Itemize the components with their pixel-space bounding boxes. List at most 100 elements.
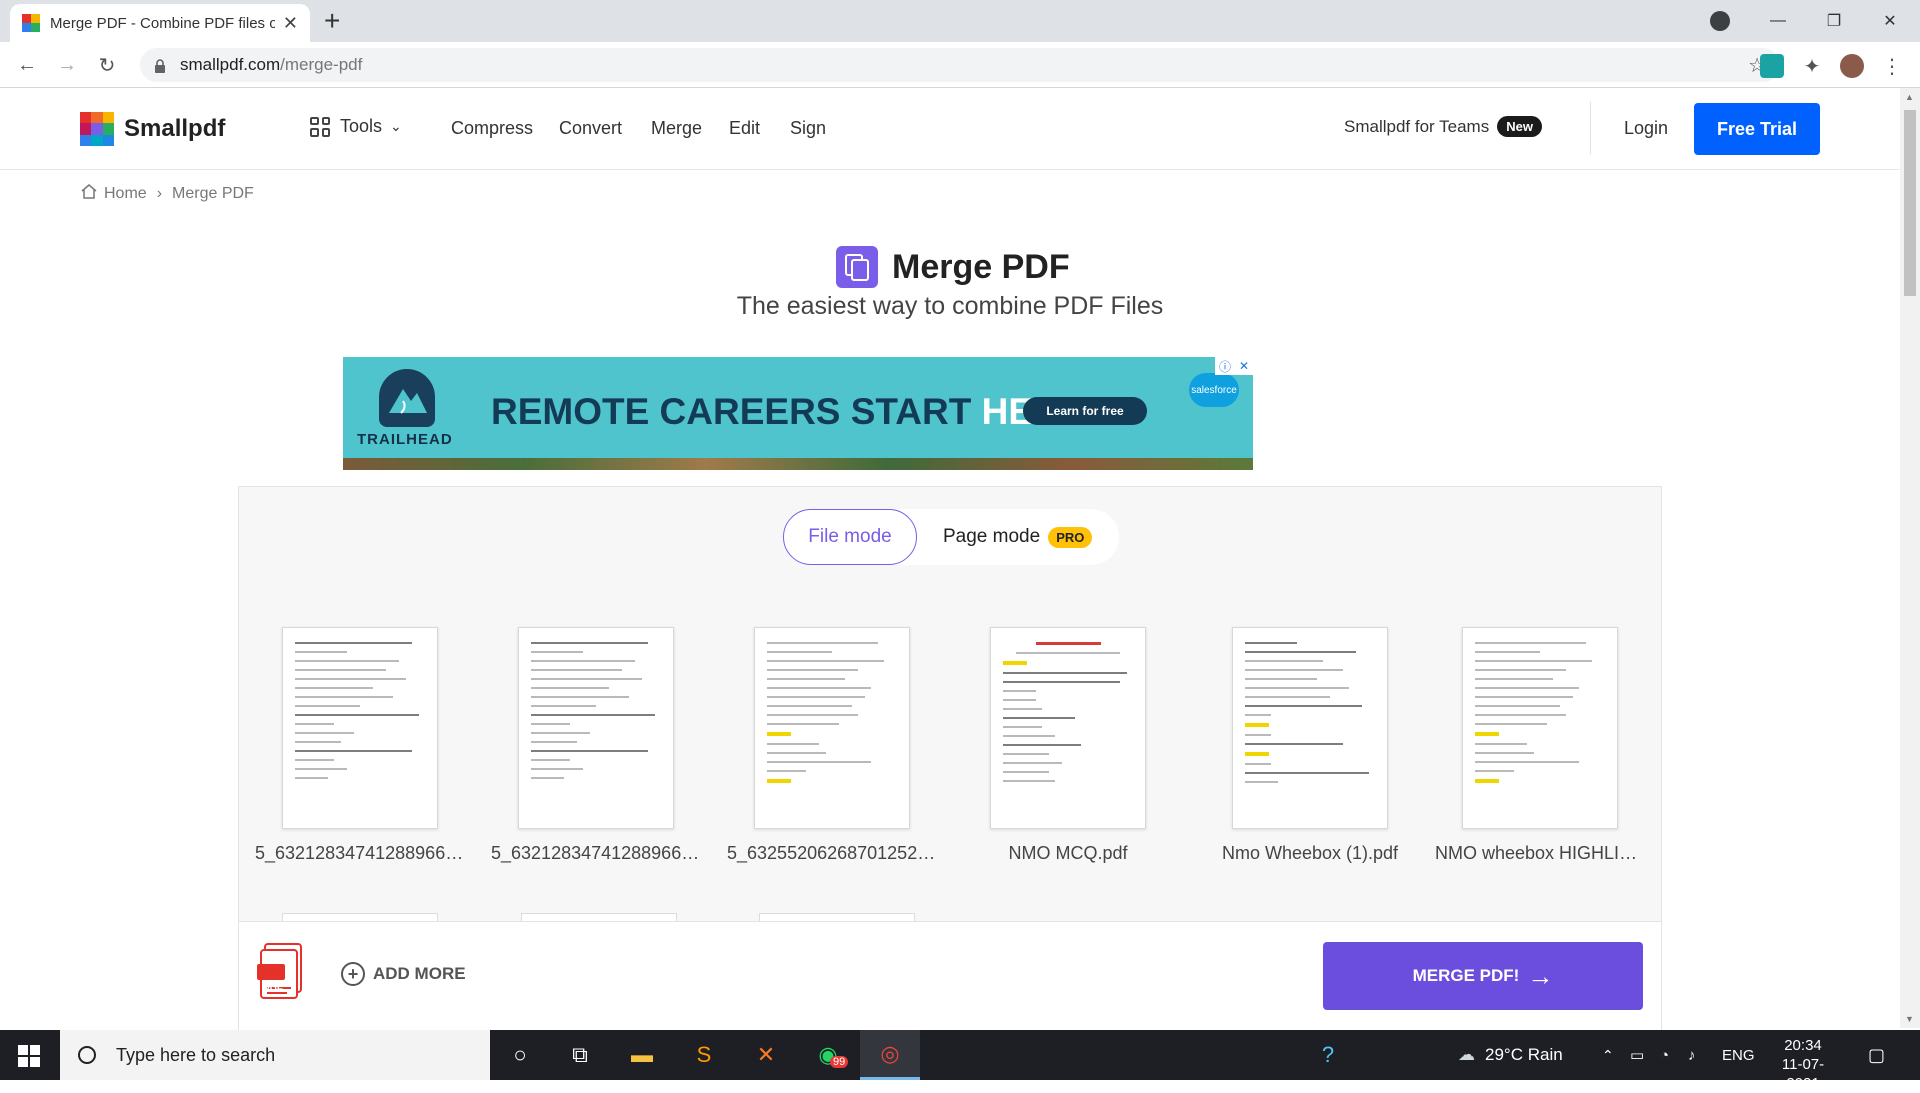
login-link[interactable]: Login (1624, 118, 1668, 139)
smallpdf-favicon-icon (22, 14, 40, 32)
close-tab-icon[interactable]: ✕ (283, 13, 298, 34)
notifications-icon[interactable]: ▢ (1868, 1030, 1885, 1080)
address-bar: ← → ↻ smallpdf.com/merge-pdf ☆ ✦ ⋮ (0, 42, 1920, 88)
reload-icon[interactable]: ↻ (92, 50, 122, 80)
clock-date: 11-07-2021 (1781, 1056, 1825, 1092)
extension-icon[interactable] (1760, 54, 1784, 78)
chevron-down-icon: ⌄ (390, 118, 402, 134)
ad-headline-main: REMOTE CAREERS START (491, 391, 982, 432)
free-trial-button[interactable]: Free Trial (1694, 103, 1820, 155)
nav-convert[interactable]: Convert (559, 118, 622, 139)
battery-icon[interactable]: ▭ (1630, 1030, 1644, 1080)
file-mode-tab[interactable]: File mode (783, 509, 917, 565)
mode-switcher: File mode Page mode PRO (783, 509, 1119, 565)
tools-menu-button[interactable]: Tools ⌄ (310, 116, 402, 137)
task-view-icon[interactable]: ⧉ (550, 1030, 610, 1080)
ad-choices-icon[interactable]: ⓘ ✕ (1215, 357, 1253, 375)
chrome-menu-icon[interactable]: ⋮ (1880, 54, 1904, 78)
extensions-puzzle-icon[interactable]: ✦ (1800, 54, 1824, 78)
new-tab-icon[interactable]: + (324, 6, 340, 36)
page-scrollbar[interactable]: ▲ ▼ (1900, 88, 1920, 1028)
page-title: Merge PDF (892, 247, 1070, 286)
file-thumbnail (1232, 627, 1388, 829)
language-indicator[interactable]: ENG (1722, 1030, 1755, 1080)
whatsapp-icon[interactable]: ◉ 99 (798, 1030, 858, 1080)
minimize-icon[interactable]: — (1750, 0, 1806, 42)
file-name: NMO wheebox HIGHLIG... (1435, 843, 1645, 863)
restore-icon[interactable]: ❐ (1806, 0, 1862, 42)
back-icon[interactable]: ← (12, 50, 42, 80)
scroll-down-icon[interactable]: ▼ (1905, 1014, 1914, 1024)
taskbar-search-input[interactable]: Type here to search (60, 1030, 490, 1080)
breadcrumb-home[interactable]: Home (104, 185, 147, 203)
file-card-partial (282, 913, 438, 921)
scroll-up-icon[interactable]: ▲ (1905, 92, 1914, 102)
forward-icon[interactable]: → (52, 50, 82, 80)
close-ad-icon[interactable]: ✕ (1239, 359, 1249, 373)
advertisement-banner[interactable]: TRAILHEAD REMOTE CAREERS START HERE. Lea… (343, 357, 1253, 470)
windows-start-icon[interactable] (18, 1045, 40, 1067)
url-input[interactable]: smallpdf.com/merge-pdf ☆ (140, 48, 1780, 82)
nav-edit[interactable]: Edit (729, 118, 760, 139)
page-subtitle: The easiest way to combine PDF Files (736, 292, 1164, 320)
header-divider (1590, 102, 1591, 154)
arrow-right-icon: → (1527, 960, 1554, 991)
file-card[interactable]: NMO wheebox HIGHLIG... (1435, 627, 1645, 864)
file-card[interactable]: 5_632128347412889663... (491, 627, 701, 864)
clock[interactable]: 20:34 11-07-2021 (1766, 1036, 1840, 1093)
weather-widget[interactable]: ☁ 29°C Rain (1458, 1030, 1563, 1080)
browser-tab[interactable]: Merge PDF - Combine PDF files o ✕ (10, 4, 310, 42)
tools-label: Tools (340, 116, 383, 136)
file-thumbnail (282, 627, 438, 829)
salesforce-logo: salesforce (1189, 373, 1239, 407)
teams-link[interactable]: Smallpdf for Teams New (1344, 116, 1542, 137)
file-thumbnail (990, 627, 1146, 829)
help-icon[interactable]: ? (1298, 1030, 1358, 1080)
file-card[interactable]: 5_632552062687012529... (727, 627, 937, 864)
home-icon (80, 182, 98, 205)
nav-compress[interactable]: Compress (451, 118, 533, 139)
close-window-icon[interactable]: ✕ (1862, 0, 1918, 42)
show-hidden-icons-icon[interactable]: ⌃ (1602, 1030, 1614, 1080)
url-path: /merge-pdf (280, 55, 363, 74)
ad-brand: TRAILHEAD (357, 431, 453, 448)
profile-avatar[interactable] (1840, 54, 1864, 78)
page-title-block: Merge PDF (836, 246, 1070, 288)
weather-text: 29°C Rain (1485, 1045, 1563, 1064)
volume-icon[interactable]: ♪ (1688, 1030, 1696, 1080)
xampp-icon[interactable]: ✕ (736, 1030, 796, 1080)
rain-cloud-icon: ☁ (1458, 1045, 1475, 1064)
merge-pdf-icon (836, 246, 878, 288)
scrollbar-thumb[interactable] (1904, 110, 1916, 296)
nav-sign[interactable]: Sign (790, 118, 826, 139)
merge-pdf-button[interactable]: MERGE PDF! → (1323, 942, 1643, 1010)
add-more-label: ADD MORE (373, 964, 466, 983)
plus-circle-icon: + (341, 962, 365, 986)
file-card-partial (759, 913, 915, 921)
breadcrumb-current: Merge PDF (172, 184, 254, 202)
merge-label: MERGE PDF! (1412, 966, 1520, 985)
wifi-icon[interactable]: ◔ (1660, 1030, 1669, 1080)
whatsapp-badge: 99 (830, 1056, 849, 1068)
file-card[interactable]: NMO MCQ.pdf (963, 627, 1173, 864)
search-placeholder: Type here to search (116, 1044, 276, 1065)
file-card[interactable]: Nmo Wheebox (1).pdf (1205, 627, 1415, 864)
chrome-icon[interactable]: ◎ (860, 1030, 920, 1080)
sublime-text-icon[interactable]: S (674, 1030, 734, 1080)
teams-label: Smallpdf for Teams (1344, 116, 1490, 136)
tab-search-icon[interactable] (1710, 11, 1730, 31)
file-name: 5_632552062687012529... (727, 843, 937, 863)
page-mode-tab[interactable]: Page mode PRO (943, 526, 1093, 548)
info-icon[interactable]: ⓘ (1219, 358, 1231, 375)
ad-cta-button[interactable]: Learn for free (1023, 397, 1147, 425)
nav-merge[interactable]: Merge (651, 118, 702, 139)
cortana-icon[interactable]: ○ (490, 1030, 550, 1080)
file-card-partial (521, 913, 677, 921)
file-explorer-icon[interactable]: ▬ (612, 1030, 672, 1080)
pdf-icon-label: PDF (263, 984, 283, 995)
add-more-button[interactable]: + ADD MORE (341, 962, 466, 986)
smallpdf-logo[interactable]: Smallpdf (80, 112, 225, 146)
file-name: Nmo Wheebox (1).pdf (1221, 843, 1399, 863)
file-thumbnail (518, 627, 674, 829)
file-card[interactable]: 5_632128347412889663... (255, 627, 465, 864)
